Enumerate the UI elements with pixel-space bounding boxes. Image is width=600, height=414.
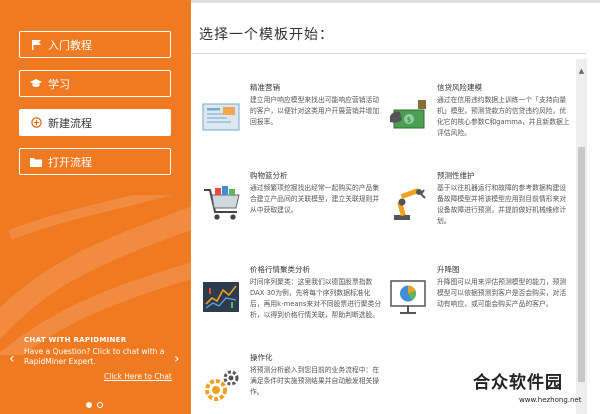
template-title: 预测性维护 [437, 171, 475, 180]
svg-text:$: $ [407, 116, 411, 124]
carousel-next-icon[interactable]: › [174, 352, 180, 366]
template-description: 基于以往机器运行和故障的参考数据构建设备故障模型并将该模型应用到目前情形来对设备… [437, 184, 567, 225]
nav-open-process-button[interactable]: 打开流程 [19, 148, 171, 175]
carousel-dot[interactable] [97, 402, 103, 408]
plus-circle-icon [29, 116, 43, 130]
window-top-edge [191, 0, 600, 3]
watermark-url: www.hezhong.net [519, 396, 582, 404]
template-card-lift-chart[interactable]: 升降图 升降图可以用来评估预测模型的能力，预测模型可以依据预测到客户是否会购买，… [388, 264, 568, 329]
chat-link[interactable]: Click Here to Chat [104, 372, 172, 381]
watermark: 合众软件园 www.hezhong.net [473, 368, 600, 414]
chat-title: CHAT WITH RAPIDMINER [24, 336, 127, 344]
template-title: 操作化 [250, 353, 273, 362]
marketing-icon [201, 94, 243, 136]
nav-tutorials-label: 入门教程 [48, 38, 92, 52]
sidebar: 入门教程 学习 新建流程 打开流程 CHAT WITH RAPIDMINER H… [0, 0, 191, 414]
template-description: 时间序列聚类：这里我们以德国股票指数DAX 30为例，先将每个序列数据标准化后，… [250, 278, 382, 319]
template-description: 通过频繁项挖掘找出经常一起购买的产品集合建立产品间的关联模型，建立关联规则并从中… [250, 184, 380, 214]
template-description: 将预测分析嵌入到您目前的业务流程中：在满足条件时实施预测结果并自动触发相关操作。 [250, 366, 380, 396]
pie-chart-icon [388, 276, 430, 318]
nav-open-process-label: 打开流程 [48, 155, 92, 169]
template-description: 建立用户响应模型来找出可能响应营销活动的客户，以便针对这类用户开展营销并增加回报… [250, 96, 380, 126]
chat-promo: CHAT WITH RAPIDMINER Have a Question? Cl… [24, 336, 174, 367]
nav-tutorials-button[interactable]: 入门教程 [19, 31, 171, 58]
template-title: 信贷风险建模 [437, 83, 482, 92]
scroll-thumb[interactable] [578, 147, 585, 382]
scroll-up-icon[interactable]: ▲ [576, 67, 587, 75]
folder-icon [29, 155, 43, 169]
robot-arm-icon [388, 182, 430, 224]
shopping-cart-icon [201, 182, 243, 224]
nav-new-process-button[interactable]: 新建流程 [19, 109, 171, 136]
nav-learn-button[interactable]: 学习 [19, 70, 171, 97]
template-card-price-clustering[interactable]: 价格行情聚类分析 时间序列聚类：这里我们以德国股票指数DAX 30为例，先将每个… [201, 264, 381, 329]
carousel-dot[interactable] [86, 402, 92, 408]
template-card-credit-risk[interactable]: $ 信贷风险建模 通过在信用违约数据上训练一个「支持向量机」模型，预测贷款方的信… [388, 82, 570, 147]
template-card-predictive-maintenance[interactable]: 预测性维护 基于以往机器运行和故障的参考数据构建设备故障模型并将该模型应用到目前… [388, 170, 568, 235]
template-title: 购物篮分析 [250, 171, 288, 180]
template-title: 升降图 [437, 265, 460, 274]
page-title: 选择一个模板开始： [199, 27, 334, 43]
app-window: 入门教程 学习 新建流程 打开流程 CHAT WITH RAPIDMINER H… [0, 0, 600, 414]
template-description: 升降图可以用来评估预测模型的能力，预测模型可以依据预测到客户是否会购买，对活动有… [437, 278, 567, 308]
divider [191, 53, 586, 54]
nav-learn-label: 学习 [48, 77, 70, 91]
template-panel: 选择一个模板开始： 精准营销 建立用户响应模型来找出可能响应营销活动的客户，以便… [191, 0, 600, 414]
nav-new-process-label: 新建流程 [48, 116, 92, 130]
chat-body: Have a Question? Click to chat with a Ra… [24, 347, 165, 366]
template-title: 精准营销 [250, 83, 280, 92]
flag-icon [29, 38, 43, 52]
candlestick-icon [201, 276, 243, 318]
template-card-basket-analysis[interactable]: 购物篮分析 通过频繁项挖掘找出经常一起购买的产品集合建立产品间的关联模型，建立关… [201, 170, 381, 235]
carousel-dots [86, 402, 103, 408]
template-card-operationalize[interactable]: 操作化 将预测分析嵌入到您目前的业务流程中：在满足条件时实施预测结果并自动触发相… [201, 352, 381, 410]
gears-icon [201, 364, 243, 406]
background-curves-decoration [0, 195, 191, 355]
credit-risk-icon: $ [388, 94, 430, 136]
graduation-cap-icon [29, 77, 43, 91]
vertical-scrollbar[interactable]: ▲ [576, 59, 587, 414]
template-description: 通过在信用违约数据上训练一个「支持向量机」模型，预测贷款方的信贷违约风险，优化它… [437, 96, 570, 137]
template-title: 价格行情聚类分析 [250, 265, 310, 274]
carousel-prev-icon[interactable]: ‹ [9, 352, 15, 366]
template-card-targeted-marketing[interactable]: 精准营销 建立用户响应模型来找出可能响应营销活动的客户，以便针对这类用户开展营销… [201, 82, 381, 147]
watermark-text: 合众软件园 [473, 373, 563, 393]
